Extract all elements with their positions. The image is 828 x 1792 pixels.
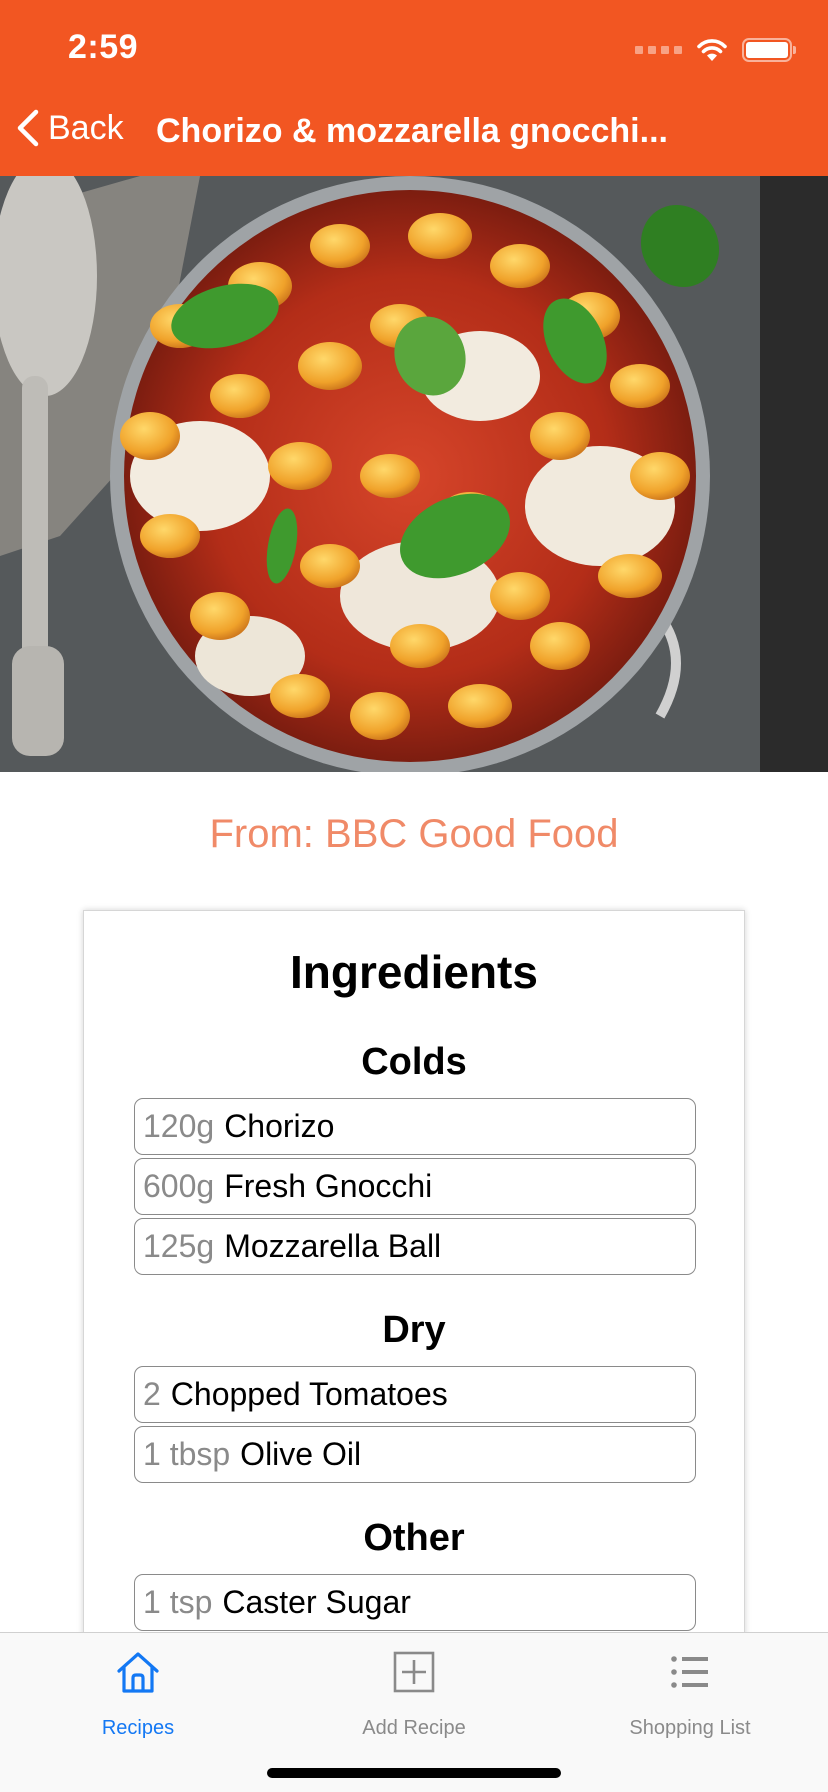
ingredients-title: Ingredients [290,946,538,998]
ingredient-name: Fresh Gnocchi [224,1168,433,1204]
page-title: Chorizo & mozzarella gnocchi... [156,112,668,150]
ingredient-name: Chorizo [224,1108,335,1144]
chevron-left-icon [17,109,39,147]
status-time: 2:59 [68,28,139,66]
ingredient-name: Chopped Tomatoes [170,1376,448,1412]
recipe-photo [0,176,828,772]
battery-icon [742,38,796,62]
ingredient-row[interactable]: 600g Fresh Gnocchi [134,1158,696,1215]
ingredient-row[interactable]: 120g Chorizo [134,1098,696,1155]
home-indicator [267,1768,561,1778]
recipe-source-link[interactable]: From: BBC Good Food [0,812,828,857]
tab-add-recipe[interactable]: Add Recipe [276,1633,552,1753]
ingredient-name: Mozzarella Ball [224,1228,442,1264]
tab-shopping-list[interactable]: Shopping List [552,1633,828,1753]
ingredient-quantity: 120g [143,1108,215,1144]
cellular-signal-icon [635,46,682,54]
back-label: Back [48,108,124,147]
ingredient-name: Caster Sugar [222,1584,411,1620]
ingredient-quantity: 1 tbsp [143,1436,231,1472]
tab-recipes[interactable]: Recipes [0,1633,276,1753]
ingredient-quantity: 1 tsp [143,1584,213,1620]
tab-label: Recipes [101,1717,175,1739]
ingredient-row[interactable]: 2 Chopped Tomatoes [134,1366,696,1423]
group-title-dry: Dry [382,1309,446,1351]
group-title-colds: Colds [361,1041,467,1083]
back-button[interactable]: Back [14,108,124,148]
navigation-bar: 2:59 Back Chorizo & mozzarella gnocchi..… [0,0,828,176]
wifi-icon [697,39,727,61]
ingredient-quantity: 2 [143,1376,161,1412]
ingredient-row[interactable]: 1 tsp Caster Sugar [134,1574,696,1631]
ingredient-quantity: 125g [143,1228,215,1264]
ingredient-quantity: 600g [143,1168,215,1204]
tab-bar: Recipes Add Recipe Shopping List [0,1632,828,1792]
plus-square-icon [393,1651,435,1693]
group-title-other: Other [363,1517,465,1559]
ingredient-row[interactable]: 125g Mozzarella Ball [134,1218,696,1275]
status-icons [635,36,796,64]
tab-label: Shopping List [629,1717,751,1739]
home-icon [117,1652,159,1693]
ingredients-card: Ingredients Colds 120g Chorizo 600g Fres… [83,910,745,1650]
list-icon [671,1656,708,1688]
ingredient-name: Olive Oil [240,1436,362,1472]
ingredient-row[interactable]: 1 tbsp Olive Oil [134,1426,696,1483]
tab-label: Add Recipe [362,1717,466,1739]
